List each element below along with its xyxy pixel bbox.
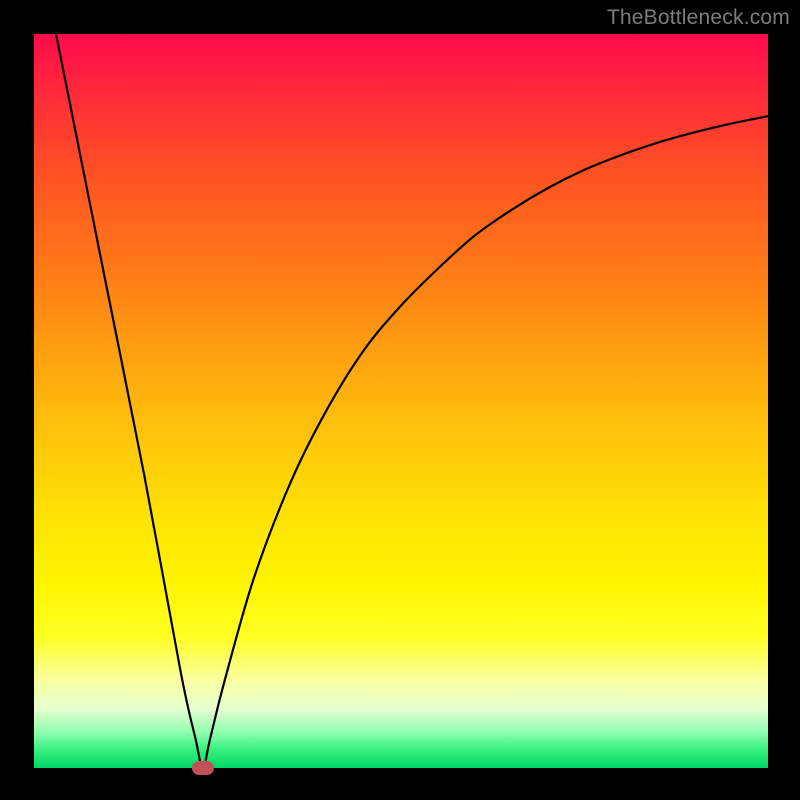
curve-layer: [34, 34, 768, 768]
optimal-point-marker: [192, 761, 214, 775]
bottleneck-curve: [34, 0, 768, 768]
watermark-text: TheBottleneck.com: [607, 6, 790, 30]
chart-frame: TheBottleneck.com: [0, 0, 800, 800]
